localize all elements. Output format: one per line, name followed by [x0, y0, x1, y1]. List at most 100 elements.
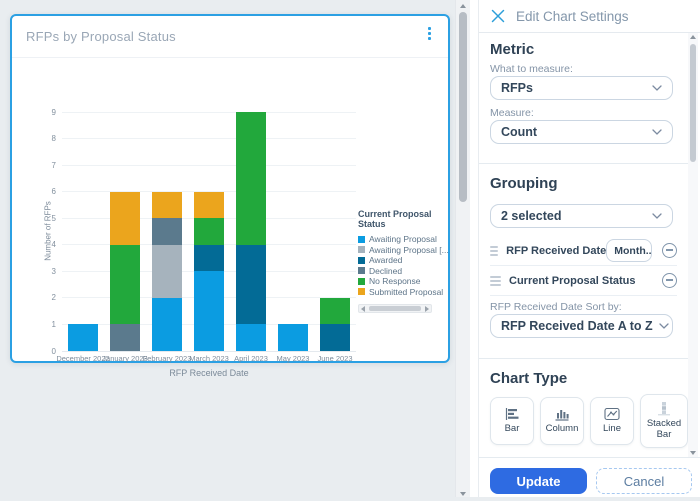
sort-by-select[interactable]: RFP Received Date A to Z	[490, 314, 673, 338]
chevron-down-icon	[652, 213, 662, 219]
metric-heading: Metric	[490, 41, 535, 58]
edit-chart-settings-panel: Edit Chart Settings Metric What to measu…	[478, 0, 700, 501]
legend-swatch	[358, 288, 365, 296]
legend-item[interactable]: Awaiting Proposal	[358, 234, 450, 245]
chart-title: RFPs by Proposal Status	[26, 29, 176, 44]
main-scrollbar[interactable]	[455, 0, 470, 501]
what-to-measure-value: RFPs	[501, 81, 533, 95]
bar-segment[interactable]	[320, 324, 350, 351]
legend-scroll-thumb[interactable]	[369, 306, 421, 311]
line-chart-icon	[604, 407, 620, 421]
month-granularity-value: Month...	[614, 244, 652, 257]
legend-scroll-right-icon[interactable]	[425, 305, 429, 312]
legend-item[interactable]: Awarded	[358, 255, 450, 266]
bar-segment[interactable]	[320, 297, 350, 325]
x-axis-label: RFP Received Date	[169, 368, 249, 378]
panel-scrollbar-thumb[interactable]	[690, 44, 696, 162]
chart-type-line[interactable]: Line	[590, 397, 634, 445]
legend-title: Current Proposal Status	[358, 209, 432, 229]
bar-segment[interactable]	[110, 191, 140, 245]
y-tick-label: 2	[51, 293, 56, 303]
chart-type-label: Stacked Bar	[646, 418, 682, 440]
legend-scroll-left-icon[interactable]	[361, 305, 365, 312]
bar-segment[interactable]	[194, 218, 224, 245]
measure-select[interactable]: Count	[490, 120, 673, 144]
legend-swatch	[358, 256, 365, 264]
legend-item[interactable]: Awaiting Proposal [...	[358, 245, 450, 256]
bar-segment[interactable]	[152, 297, 182, 351]
grouping-row-current-proposal-status[interactable]: Current Proposal Status	[490, 266, 677, 296]
bar-segment[interactable]	[194, 271, 224, 351]
panel-title: Edit Chart Settings	[516, 9, 629, 24]
legend-label: Awaiting Proposal [...	[369, 244, 449, 255]
x-axis-ticks: December 2022 January 2023 February 2023 Ma…	[56, 354, 356, 364]
month-granularity-select[interactable]: Month...	[606, 239, 652, 262]
y-tick-label: 4	[51, 240, 56, 250]
legend-swatch	[358, 235, 365, 243]
chevron-down-icon	[652, 129, 662, 135]
remove-grouping-icon[interactable]	[662, 243, 677, 258]
legend-swatch	[358, 267, 365, 275]
bar-segment[interactable]	[278, 324, 308, 351]
legend-item[interactable]: Declined	[358, 266, 450, 277]
chart-type-options: Bar Column Line Stacked Bar	[490, 393, 688, 449]
legend-item[interactable]: Submitted Proposal	[358, 287, 450, 298]
grouping-selected-value: 2 selected	[501, 209, 562, 223]
drag-handle-icon[interactable]	[490, 275, 501, 286]
bar-segment[interactable]	[194, 244, 224, 272]
chart-type-label: Bar	[504, 423, 520, 435]
kebab-menu-icon[interactable]	[422, 27, 436, 47]
chart-type-heading: Chart Type	[490, 370, 568, 387]
close-icon[interactable]	[490, 8, 506, 24]
chart-type-label: Column	[545, 423, 579, 435]
bar-segment[interactable]	[194, 191, 224, 219]
chart-type-stacked-bar[interactable]: Stacked Bar	[640, 394, 688, 448]
bar-segment[interactable]	[236, 244, 266, 325]
chart-type-column[interactable]: Column	[540, 397, 584, 445]
stacked-bar-chart-icon	[658, 402, 670, 416]
bar-segment[interactable]	[110, 324, 140, 351]
update-button[interactable]: Update	[490, 468, 587, 494]
grouping-row-rfp-received-date[interactable]: RFP Received Date Month...	[490, 236, 677, 266]
bar-segment[interactable]	[68, 324, 98, 351]
bar-chart-icon	[505, 408, 519, 421]
drag-handle-icon[interactable]	[490, 245, 499, 256]
chart-type-bar[interactable]: Bar	[490, 397, 534, 445]
bar-segment[interactable]	[110, 244, 140, 325]
y-axis-label: Number of RFPs	[43, 201, 53, 261]
cancel-button[interactable]: Cancel	[596, 468, 692, 494]
bar-segment[interactable]	[236, 112, 266, 245]
gridline	[62, 111, 356, 113]
page-bottom-edge	[0, 497, 700, 501]
scroll-up-icon[interactable]	[460, 4, 466, 8]
x-tick-label: April 2023	[234, 354, 268, 363]
chart-type-label: Line	[603, 423, 621, 435]
bar-segment[interactable]	[152, 191, 182, 219]
legend-label: Awaiting Proposal	[369, 234, 437, 245]
panel-footer: Update Cancel	[479, 457, 700, 497]
chart-card[interactable]: RFPs by Proposal Status Number of RFPs 0…	[10, 14, 450, 378]
scroll-down-icon[interactable]	[689, 451, 696, 455]
grouping-row-label: RFP Received Date	[506, 244, 607, 257]
y-tick-label: 5	[51, 213, 56, 223]
what-to-measure-select[interactable]: RFPs	[490, 76, 673, 100]
x-tick-label: February 2023	[142, 354, 192, 363]
remove-grouping-icon[interactable]	[662, 273, 677, 288]
bar-segment[interactable]	[236, 324, 266, 351]
legend-item[interactable]: No Response	[358, 276, 450, 287]
panel-scrollbar[interactable]	[688, 33, 698, 457]
grouping-heading: Grouping	[490, 175, 558, 192]
sort-by-label: RFP Received Date Sort by:	[490, 301, 622, 313]
x-tick-label: June 2023	[317, 354, 353, 363]
legend-scrollbar[interactable]	[358, 304, 432, 313]
legend-swatch	[358, 277, 365, 285]
sort-by-value: RFP Received Date A to Z	[501, 319, 653, 333]
bar-segment[interactable]	[152, 218, 182, 245]
main-scrollbar-thumb[interactable]	[459, 12, 467, 202]
column-chart-icon	[555, 410, 569, 421]
bar-segment[interactable]	[152, 244, 182, 298]
legend-swatch	[358, 246, 365, 254]
grouping-select[interactable]: 2 selected	[490, 204, 673, 228]
scroll-up-icon[interactable]	[689, 35, 696, 39]
scroll-down-icon[interactable]	[460, 492, 466, 496]
